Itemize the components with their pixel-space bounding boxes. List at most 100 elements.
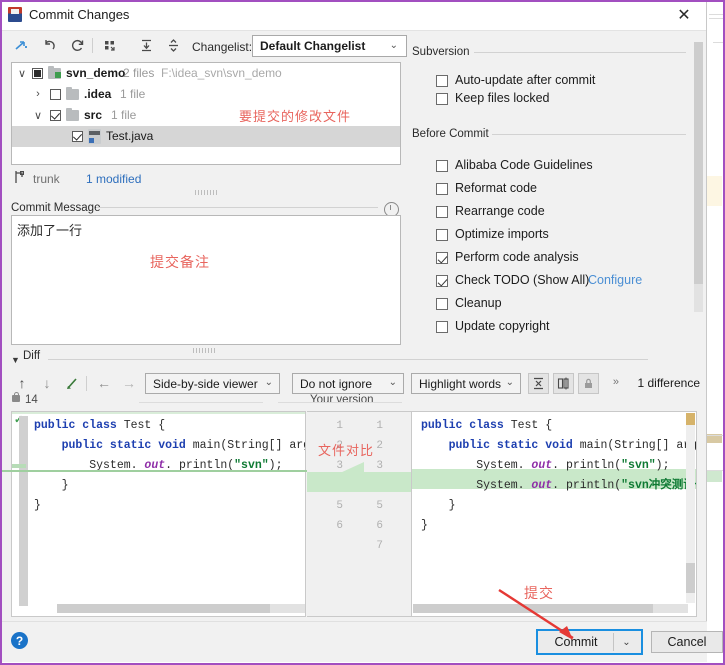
commit-message-label: Commit Message: [11, 202, 106, 214]
changelist-dropdown[interactable]: Default Changelist ⌄: [252, 35, 407, 57]
left-gutter-bar: [19, 416, 28, 606]
chevron-down-icon: ⌄: [389, 40, 398, 51]
dialog-footer: ? Commit ⌄ Cancel: [0, 621, 723, 662]
annotation-diff: 文件对比: [318, 443, 375, 458]
highlight-mode-dropdown[interactable]: Highlight words ⌄: [411, 373, 521, 394]
expand-all-icon[interactable]: [135, 35, 157, 56]
commit-window-icon: [8, 7, 22, 22]
difference-count: 1 difference: [637, 376, 701, 390]
diff-left-editor[interactable]: ✓ public class Test { public static void…: [11, 411, 306, 617]
folder-icon: [66, 108, 79, 121]
screenshot-root: nes auu Commit Changes ✕: [0, 0, 725, 665]
checkbox-unchecked[interactable]: [436, 298, 448, 310]
change-underline: [12, 412, 305, 414]
toolbar-separator: [92, 38, 93, 53]
splitter-grip[interactable]: [195, 190, 219, 195]
accept-left-icon[interactable]: ←: [94, 373, 114, 393]
revert-icon[interactable]: [38, 35, 60, 56]
branch-icon: [14, 170, 25, 187]
changelist-label: Changelist:: [192, 40, 253, 54]
diff-section-header: ▼ Diff: [0, 350, 707, 368]
checkbox-unchecked[interactable]: [436, 160, 448, 172]
table-row[interactable]: Test.java: [12, 126, 400, 147]
diff-sub-header: 14 Your version: [0, 391, 707, 411]
checkbox-unchecked[interactable]: [436, 321, 448, 333]
checkbox-unchecked[interactable]: [436, 93, 448, 105]
revision-number: 14: [25, 394, 38, 406]
cancel-button[interactable]: Cancel: [651, 631, 723, 653]
annotation-tree: 要提交的修改文件: [239, 109, 352, 124]
tree-node-path: F:\idea_svn\svn_demo: [161, 66, 282, 80]
diff-connector-band: [307, 472, 411, 492]
folder-modified-icon: [48, 66, 61, 79]
changelist-value: Default Changelist: [260, 39, 366, 53]
refresh-icon[interactable]: [66, 35, 88, 56]
chevron-right-icon[interactable]: ›: [32, 88, 44, 100]
collapse-unchanged-icon[interactable]: [528, 373, 549, 394]
group-by-icon[interactable]: [99, 35, 121, 56]
chevron-down-icon: ⌄: [388, 377, 397, 388]
option-label: Cleanup: [455, 296, 502, 310]
commit-options-panel: Subversion Auto-update after commit Keep…: [412, 40, 697, 370]
option-label: Optimize imports: [455, 227, 549, 241]
checkbox-checked[interactable]: [436, 275, 448, 287]
chevron-down-icon[interactable]: ∨: [16, 67, 28, 80]
bg-line: [709, 14, 723, 15]
help-button[interactable]: ?: [11, 632, 28, 649]
commit-message-input[interactable]: 添加了一行: [11, 215, 401, 345]
ignore-mode-value: Do not ignore: [300, 377, 373, 391]
ignore-mode-dropdown[interactable]: Do not ignore ⌄: [292, 373, 404, 394]
lock-icon[interactable]: [578, 373, 599, 394]
chevron-down-icon[interactable]: ∨: [32, 109, 44, 122]
divider: [139, 402, 263, 403]
checkbox-unchecked[interactable]: [50, 89, 61, 100]
commit-button[interactable]: Commit: [540, 633, 612, 651]
edit-icon[interactable]: [62, 373, 82, 393]
commit-changes-dialog: Commit Changes ✕ Changelist: Default Cha…: [0, 0, 723, 662]
checkbox-checked[interactable]: [50, 110, 61, 121]
options-vertical-scrollbar[interactable]: [694, 42, 703, 312]
option-label: Reformat code: [455, 181, 537, 195]
show-diff-icon[interactable]: [10, 35, 32, 56]
diff-right-editor[interactable]: public class Test { public static void m…: [411, 411, 697, 617]
next-difference-icon[interactable]: ↓: [37, 373, 57, 393]
triangle-down-icon[interactable]: ▼: [11, 355, 20, 365]
java-file-icon: [88, 129, 101, 144]
overflow-icon[interactable]: »: [613, 376, 619, 388]
right-vertical-scrollbar[interactable]: [686, 413, 695, 603]
bg-line: [713, 42, 723, 43]
table-row[interactable]: › .idea 1 file: [12, 84, 400, 105]
diff-section-label: Diff: [23, 350, 41, 362]
tree-node-meta: 1 file: [111, 108, 137, 122]
commit-dropdown-arrow-icon[interactable]: ⌄: [613, 633, 639, 651]
left-horizontal-scrollbar[interactable]: [57, 604, 305, 613]
bg-line: [709, 18, 723, 19]
checkbox-unchecked[interactable]: [436, 183, 448, 195]
close-icon[interactable]: ✕: [666, 0, 702, 29]
table-row[interactable]: ∨ svn_demo 2 files F:\idea_svn\svn_demo: [12, 63, 400, 84]
prev-difference-icon[interactable]: ↑: [12, 373, 32, 393]
subversion-section-label: Subversion: [412, 46, 470, 58]
viewer-mode-dropdown[interactable]: Side-by-side viewer ⌄: [145, 373, 280, 394]
checkbox-unchecked[interactable]: [436, 206, 448, 218]
checkbox-checked[interactable]: [436, 252, 448, 264]
tree-node-meta: 1 file: [120, 87, 146, 101]
diff-connector-line: [0, 470, 307, 472]
change-marker: [12, 464, 26, 468]
commit-button-group[interactable]: Commit ⌄: [536, 629, 643, 655]
chevron-down-icon: ⌄: [264, 377, 273, 388]
sync-scroll-icon[interactable]: [553, 373, 574, 394]
bg-warning-stripe: [707, 176, 722, 206]
checkbox-checked[interactable]: [72, 131, 83, 142]
checkbox-partial[interactable]: [32, 68, 43, 79]
configure-link[interactable]: Configure: [588, 273, 642, 287]
branch-status-bar: trunk 1 modified: [11, 170, 401, 188]
collapse-all-icon[interactable]: [162, 35, 184, 56]
checkbox-unchecked[interactable]: [436, 75, 448, 87]
right-horizontal-scrollbar[interactable]: [413, 604, 688, 613]
checkbox-unchecked[interactable]: [436, 229, 448, 241]
section-divider: [492, 134, 686, 135]
viewer-mode-value: Side-by-side viewer: [153, 377, 258, 391]
accept-right-icon[interactable]: →: [119, 373, 139, 393]
diff-left-code: public class Test { public static void m…: [34, 419, 305, 512]
